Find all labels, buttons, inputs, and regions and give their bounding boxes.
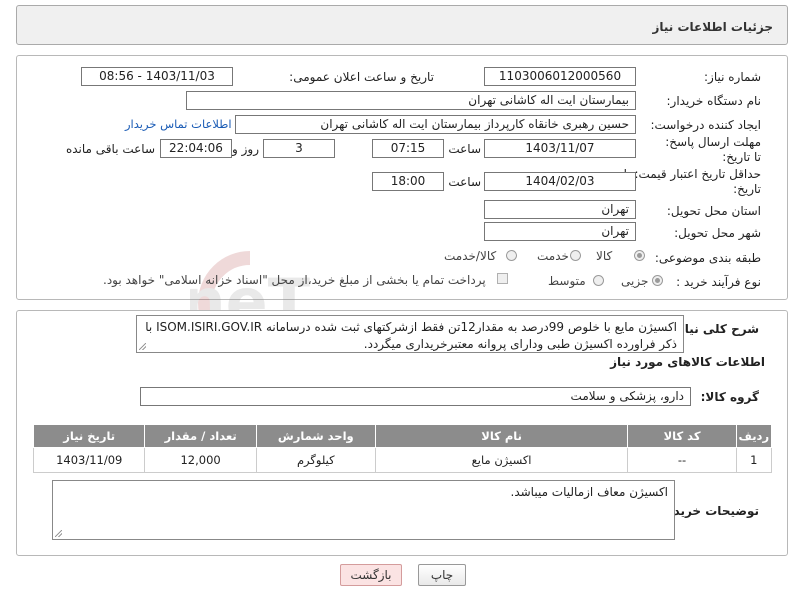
resize-handle-icon[interactable] (139, 343, 146, 350)
treasury-payment-checkbox[interactable] (497, 273, 508, 284)
announce-field: 1403/11/03 - 08:56 (81, 67, 233, 86)
cell-row: 1 (735, 447, 773, 473)
process-radio-minor[interactable] (652, 275, 663, 286)
process-option-minor: جزیی (621, 274, 649, 288)
cell-code: -- (627, 447, 737, 473)
need-number-field: 1103006012000560 (484, 67, 636, 86)
remaining-time-field: 22:04:06 (160, 139, 232, 158)
deadline-time-field: 07:15 (372, 139, 444, 158)
cell-name: اکسیژن مایع (374, 447, 629, 473)
col-code-header: کد کالا (627, 424, 737, 448)
col-row-header: ردیف (735, 424, 773, 448)
category-label: طبقه بندی موضوعی: (654, 251, 761, 265)
cell-qty: 12,000 (144, 447, 257, 473)
deadline-time-label: ساعت (448, 142, 481, 156)
category-radio-goods[interactable] (634, 250, 645, 261)
category-radio-service[interactable] (570, 250, 581, 261)
validity-label: حداقل تاریخ اعتبار قیمت: تا تاریخ: (623, 167, 761, 196)
process-radio-medium[interactable] (593, 275, 604, 286)
announce-label: تاریخ و ساعت اعلان عمومی: (289, 70, 434, 84)
payment-note: پرداخت تمام یا بخشی از مبلغ خرید،از محل … (103, 273, 486, 287)
col-name-header: نام کالا (374, 424, 629, 448)
print-button[interactable]: چاپ (418, 564, 466, 586)
validity-time-field: 18:00 (372, 172, 444, 191)
goods-group-field: دارو، پزشکی و سلامت (140, 387, 691, 406)
process-option-medium: متوسط (548, 274, 586, 288)
deadline-date-field: 1403/11/07 (484, 139, 636, 158)
buyer-notes-text: اکسیژن معاف ازمالیات میباشد. (510, 485, 669, 499)
buyer-notes-textarea: اکسیژن معاف ازمالیات میباشد. (52, 480, 675, 540)
col-date-header: تاریخ نیاز (32, 424, 146, 448)
deadline-label: مهلت ارسال پاسخ: تا تاریخ: (665, 135, 761, 164)
goods-table: ردیف کد کالا نام کالا واحد شمارش تعداد /… (32, 424, 773, 473)
description-text: اکسیژن مایع با خلوص 99درصد به مقدار12تن … (145, 320, 677, 351)
col-unit-header: واحد شمارش (255, 424, 376, 448)
back-button[interactable]: بازگشت (340, 564, 402, 586)
category-radio-goods-service[interactable] (506, 250, 517, 261)
goods-group-label: گروه کالا: (700, 390, 759, 404)
city-label: شهر محل تحویل: (674, 226, 761, 240)
requester-label: ایجاد کننده درخواست: (650, 118, 761, 132)
province-field: تهران (484, 200, 636, 219)
requester-field: حسین رهبری خانقاه کارپرداز بیمارستان ایت… (235, 115, 636, 134)
category-option-service: خدمت (537, 249, 569, 263)
category-option-goods: کالا (596, 249, 613, 263)
cell-unit: کیلوگرم (255, 447, 376, 473)
contact-info-link[interactable]: اطلاعات تماس خریدار (125, 117, 232, 131)
buyer-org-label: نام دستگاه خریدار: (666, 94, 762, 108)
category-option-goods-service: کالا/خدمت (444, 249, 497, 263)
need-number-label: شماره نیاز: (704, 70, 761, 84)
page-title: جزئیات اطلاعات نیاز (652, 20, 773, 34)
description-label: شرح کلی نیاز: (673, 322, 759, 336)
days-label: روز و (232, 142, 259, 156)
validity-time-label: ساعت (448, 175, 481, 189)
remaining-label: ساعت باقی مانده (65, 142, 155, 156)
validity-date-field: 1404/02/03 (484, 172, 636, 191)
days-field: 3 (263, 139, 335, 158)
page-header: جزئیات اطلاعات نیاز (16, 5, 788, 45)
buyer-org-field: بیمارستان ایت اله کاشانی تهران (186, 91, 636, 110)
process-label: نوع فرآیند خرید : (676, 275, 761, 289)
goods-table-header-row: ردیف کد کالا نام کالا واحد شمارش تعداد /… (32, 424, 773, 448)
cell-date: 1403/11/09 (32, 447, 146, 473)
table-row: 1 -- اکسیژن مایع کیلوگرم 12,000 1403/11/… (32, 447, 773, 473)
col-qty-header: تعداد / مقدار (144, 424, 257, 448)
description-textarea: اکسیژن مایع با خلوص 99درصد به مقدار12تن … (136, 315, 684, 353)
province-label: استان محل تحویل: (666, 204, 761, 218)
resize-handle-icon[interactable] (55, 530, 62, 537)
goods-section-title: اطلاعات کالاهای مورد نیاز (610, 355, 765, 369)
city-field: تهران (484, 222, 636, 241)
